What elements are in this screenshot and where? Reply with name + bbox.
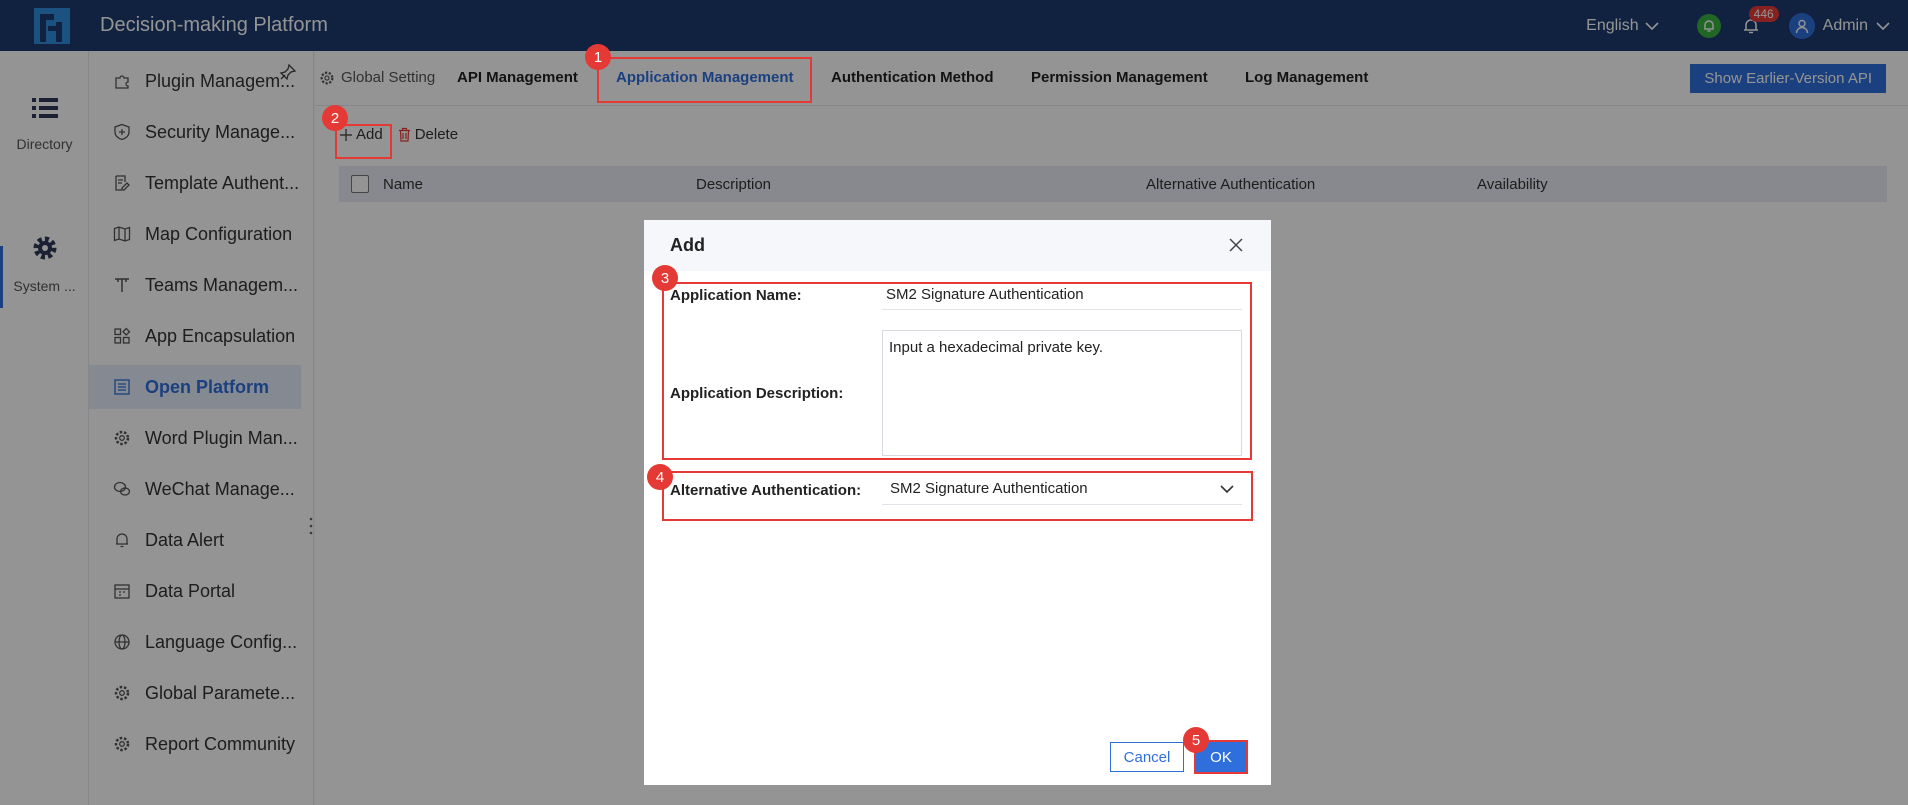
dialog-title: Add: [670, 235, 705, 255]
dialog-header: Add: [644, 220, 1271, 271]
annotation-box-2: [335, 124, 392, 159]
close-icon[interactable]: [1227, 236, 1245, 254]
annotation-number-5: 5: [1183, 727, 1209, 753]
annotation-box-1: [597, 57, 812, 103]
annotation-number-1: 1: [585, 44, 611, 70]
annotation-box-3: [662, 282, 1252, 460]
annotation-number-4: 4: [647, 464, 673, 490]
annotation-box-4: [662, 471, 1253, 521]
annotation-number-3: 3: [652, 265, 678, 291]
annotation-number-2: 2: [322, 105, 348, 131]
cancel-button[interactable]: Cancel: [1110, 742, 1184, 772]
